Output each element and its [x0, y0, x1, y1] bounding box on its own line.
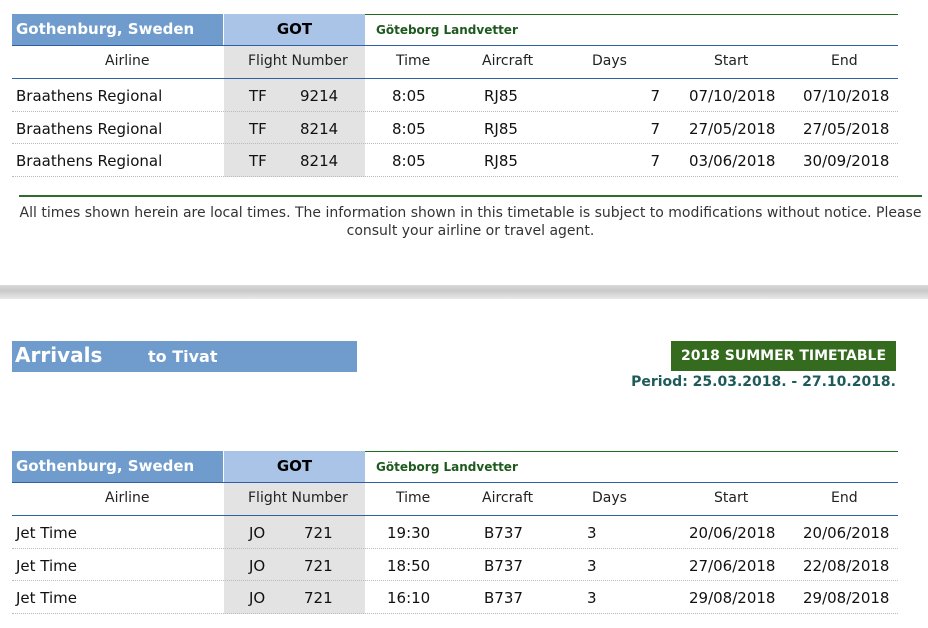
col-flight-number: Flight Number [248, 490, 348, 506]
footer-divider [19, 195, 922, 197]
end-date: 22/08/2018 [803, 556, 890, 575]
arrivals-destination: to Tivat [148, 347, 218, 366]
operating-days: 3 [587, 589, 597, 607]
carrier-code: JO [249, 589, 266, 607]
aircraft-type: B737 [484, 556, 523, 575]
col-days: Days [592, 490, 627, 506]
city-name: Gothenburg, Sweden [12, 451, 223, 482]
operating-days: 3 [587, 556, 597, 575]
col-aircraft: Aircraft [482, 53, 534, 69]
col-airline: Airline [105, 490, 150, 506]
start-date: 03/06/2018 [689, 152, 776, 170]
timetable-period: Period: 25.03.2018. - 27.10.2018. [631, 374, 896, 390]
flight-time: 8:05 [392, 152, 426, 170]
arrivals-table: Gothenburg, Sweden GOT Göteborg Landvett… [12, 451, 898, 614]
table-row: Jet Time JO 721 16:10 B737 3 29/08/2018 … [12, 581, 898, 614]
city-name: Gothenburg, Sweden [12, 14, 223, 45]
column-headers: Airline Flight Number Time Aircraft Days… [12, 46, 898, 79]
table-row: Jet Time JO 721 19:30 B737 3 20/06/2018 … [12, 516, 898, 549]
aircraft-type: B737 [484, 589, 523, 607]
operating-days: 7 [650, 119, 660, 138]
airline-name: Jet Time [16, 524, 78, 542]
airline-name: Jet Time [16, 589, 78, 607]
airport-name: Göteborg Landvetter [365, 451, 898, 482]
end-date: 27/05/2018 [803, 119, 890, 138]
airline-name: Braathens Regional [16, 119, 163, 138]
flight-number: 8214 [300, 152, 339, 170]
start-date: 27/05/2018 [689, 119, 776, 138]
timetable-badge: 2018 SUMMER TIMETABLE [671, 341, 896, 371]
carrier-code: TF [249, 87, 267, 105]
flight-number: 721 [304, 589, 333, 607]
aircraft-type: RJ85 [484, 152, 518, 170]
carrier-code: JO [249, 556, 266, 575]
aircraft-type: B737 [484, 524, 523, 542]
flight-number: 721 [304, 556, 333, 575]
start-date: 27/06/2018 [689, 556, 776, 575]
flight-time: 8:05 [392, 87, 426, 105]
airport-code: GOT [224, 451, 365, 482]
col-time: Time [396, 53, 431, 69]
airport-code: GOT [224, 14, 365, 45]
carrier-code: TF [249, 152, 267, 170]
start-date: 29/08/2018 [689, 589, 776, 607]
end-date: 20/06/2018 [803, 524, 890, 542]
airline-name: Braathens Regional [16, 87, 163, 105]
column-headers: Airline Flight Number Time Aircraft Days… [12, 483, 898, 516]
end-date: 30/09/2018 [803, 152, 890, 170]
arrivals-title: Arrivals [15, 343, 103, 367]
aircraft-type: RJ85 [484, 119, 518, 138]
flight-time: 18:50 [387, 556, 431, 575]
col-flight-number: Flight Number [248, 53, 348, 69]
carrier-code: TF [249, 119, 267, 138]
table-header: Gothenburg, Sweden GOT Göteborg Landvett… [12, 451, 898, 483]
table-row: Braathens Regional TF 8214 8:05 RJ85 7 0… [12, 144, 898, 177]
airport-name: Göteborg Landvetter [365, 14, 898, 45]
col-end: End [831, 490, 858, 506]
start-date: 20/06/2018 [689, 524, 776, 542]
operating-days: 7 [650, 87, 660, 105]
table-row: Jet Time JO 721 18:50 B737 3 27/06/2018 … [12, 548, 898, 581]
flight-time: 8:05 [392, 119, 426, 138]
col-airline: Airline [105, 53, 150, 69]
col-aircraft: Aircraft [482, 490, 534, 506]
disclaimer-text: All times shown herein are local times. … [19, 205, 922, 239]
operating-days: 7 [650, 152, 660, 170]
section-separator [0, 285, 928, 299]
aircraft-type: RJ85 [484, 87, 518, 105]
flight-time: 16:10 [387, 589, 431, 607]
carrier-code: JO [249, 524, 266, 542]
col-end: End [831, 53, 858, 69]
flight-number: 9214 [300, 87, 339, 105]
col-time: Time [396, 490, 431, 506]
start-date: 07/10/2018 [689, 87, 776, 105]
col-days: Days [592, 53, 627, 69]
arrivals-banner: Arrivals to Tivat [12, 341, 357, 372]
end-date: 07/10/2018 [803, 87, 890, 105]
flight-number: 8214 [300, 119, 339, 138]
table-row: Braathens Regional TF 9214 8:05 RJ85 7 0… [12, 79, 898, 112]
flight-number: 721 [304, 524, 333, 542]
airline-name: Braathens Regional [16, 152, 163, 170]
col-start: Start [714, 53, 749, 69]
table-row: Braathens Regional TF 8214 8:05 RJ85 7 2… [12, 111, 898, 144]
table-header: Gothenburg, Sweden GOT Göteborg Landvett… [12, 14, 898, 46]
flight-time: 19:30 [387, 524, 431, 542]
departures-table: Gothenburg, Sweden GOT Göteborg Landvett… [12, 14, 898, 177]
end-date: 29/08/2018 [803, 589, 890, 607]
operating-days: 3 [587, 524, 597, 542]
airline-name: Jet Time [16, 556, 78, 575]
col-start: Start [714, 490, 749, 506]
